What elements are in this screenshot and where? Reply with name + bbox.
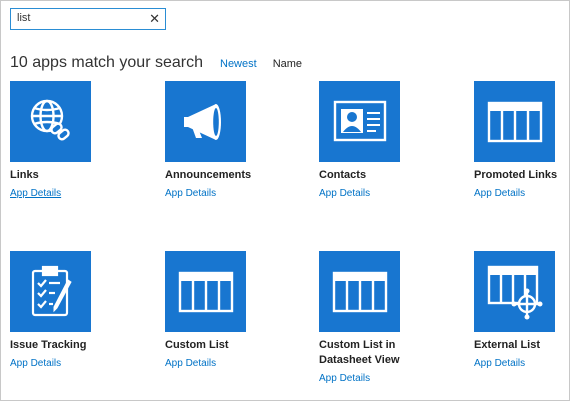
app-icon-tile[interactable] (165, 251, 246, 332)
app-catalog-panel: list ✕ 10 apps match your search Newest … (0, 0, 570, 401)
contact-card-icon (333, 100, 386, 141)
app-name: Promoted Links (474, 169, 558, 181)
search-value[interactable]: list (17, 12, 30, 24)
app-tile-announcements[interactable]: Announcements App Details (165, 81, 320, 201)
app-tile-contacts[interactable]: Contacts App Details (319, 81, 474, 201)
app-icon-tile[interactable] (10, 251, 91, 332)
app-details-link[interactable]: App Details (165, 188, 216, 199)
app-name: Custom List (165, 339, 229, 351)
megaphone-icon (183, 103, 221, 140)
app-tile-promoted-links[interactable]: Promoted Links App Details (474, 81, 570, 201)
search-input[interactable]: list ✕ (10, 8, 166, 30)
app-icon-tile[interactable] (319, 251, 400, 332)
sort-name-link[interactable]: Name (273, 58, 302, 70)
app-tile-links[interactable]: Links App Details (10, 81, 165, 201)
app-details-link[interactable]: App Details (10, 188, 61, 199)
app-tile-issue-tracking[interactable]: Issue Tracking App Details (10, 251, 165, 371)
app-icon-tile[interactable] (319, 81, 400, 162)
app-icon-tile[interactable] (474, 81, 555, 162)
app-tile-external-list[interactable]: External List App Details (474, 251, 570, 371)
app-name: External List (474, 339, 541, 351)
app-details-link[interactable]: App Details (319, 373, 370, 384)
app-name: Custom List in Datasheet View (319, 339, 400, 366)
list-grid-icon (178, 271, 233, 312)
app-name: Issue Tracking (10, 339, 87, 351)
sort-newest-link[interactable]: Newest (220, 58, 257, 70)
app-details-link[interactable]: App Details (319, 188, 370, 199)
results-count: 10 apps match your search (10, 54, 203, 71)
app-details-link[interactable]: App Details (474, 188, 525, 199)
app-details-link[interactable]: App Details (165, 358, 216, 369)
results-header: 10 apps match your search Newest Name (10, 54, 302, 76)
app-details-link[interactable]: App Details (10, 358, 61, 369)
app-tile-custom-list-datasheet[interactable]: Custom List in Datasheet View App Detail… (319, 251, 474, 386)
external-list-icon (487, 265, 542, 319)
list-grid-icon (332, 271, 387, 312)
app-details-link[interactable]: App Details (474, 358, 525, 369)
app-icon-tile[interactable] (10, 81, 91, 162)
app-icon-tile[interactable] (165, 81, 246, 162)
globe-link-icon (30, 99, 70, 140)
clipboard-checklist-icon (31, 265, 72, 316)
app-name: Contacts (319, 169, 367, 181)
app-icon-tile[interactable] (474, 251, 555, 332)
clear-search-icon[interactable]: ✕ (149, 10, 160, 28)
list-grid-icon (487, 101, 542, 142)
app-tile-custom-list[interactable]: Custom List App Details (165, 251, 320, 371)
app-name: Links (10, 169, 39, 181)
app-name: Announcements (165, 169, 252, 181)
